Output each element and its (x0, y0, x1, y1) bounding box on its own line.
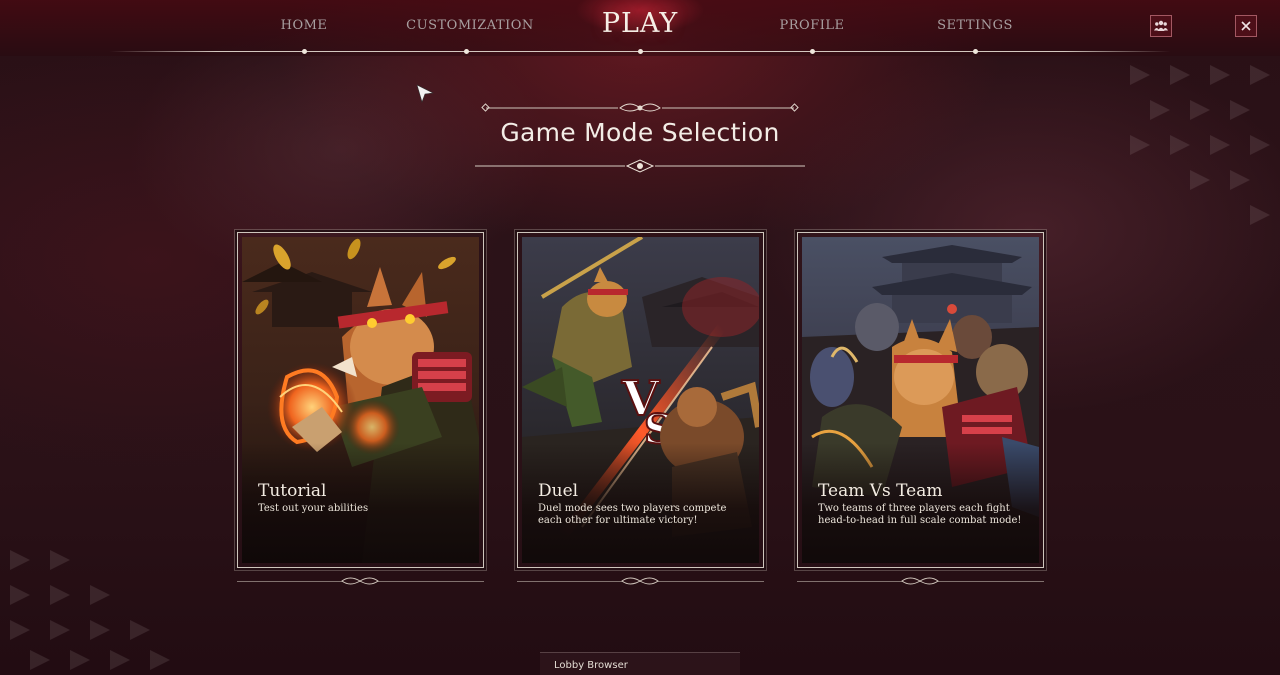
triangle-pattern-decor (1130, 65, 1270, 225)
mode-description: Two teams of three players each fight he… (818, 503, 1022, 526)
nav-tab-profile[interactable]: PROFILE (780, 18, 845, 38)
nav-dot (810, 49, 815, 54)
nav-tab-settings[interactable]: SETTINGS (937, 18, 1013, 38)
card-footer-ornament (901, 577, 939, 585)
nav-dot (302, 49, 307, 54)
lobby-browser-button[interactable]: Lobby Browser (540, 652, 740, 675)
mode-title: Tutorial (258, 481, 327, 501)
title-ornament-frame: Game Mode Selection (475, 96, 805, 176)
triangle-pattern-decor (10, 550, 170, 670)
close-icon (1241, 21, 1251, 31)
card-footer-ornament (621, 577, 659, 585)
nav-tab-customization[interactable]: CUSTOMIZATION (406, 18, 534, 38)
friends-button[interactable] (1150, 15, 1172, 37)
card-footer-ornament (341, 577, 379, 585)
nav-dot (638, 49, 643, 54)
mode-card-tutorial[interactable]: Tutorial Test out your abilities (237, 232, 484, 568)
friends-icon (1154, 20, 1168, 31)
nav-dot (973, 49, 978, 54)
close-button[interactable] (1235, 15, 1257, 37)
title-top-ornament (481, 103, 799, 112)
mode-description: Duel mode sees two players compete each … (538, 503, 727, 526)
top-navigation-bar: HOME CUSTOMIZATION PLAY PROFILE SETTINGS (0, 0, 1280, 56)
mode-title: Team Vs Team (818, 481, 943, 501)
mode-description: Test out your abilities (258, 503, 369, 514)
page-title: Game Mode Selection (500, 118, 780, 147)
mode-title: Duel (538, 481, 579, 501)
mouse-cursor-icon (416, 84, 435, 103)
mode-card-duel[interactable]: V S Duel Duel mode sees two players comp… (517, 232, 764, 568)
mode-card-team-vs-team[interactable]: Team Vs Team Two teams of three players … (797, 232, 1044, 568)
title-bottom-ornament (475, 159, 805, 173)
nav-tab-play[interactable]: PLAY (602, 8, 678, 39)
nav-tab-home[interactable]: HOME (281, 18, 328, 38)
nav-dot (464, 49, 469, 54)
